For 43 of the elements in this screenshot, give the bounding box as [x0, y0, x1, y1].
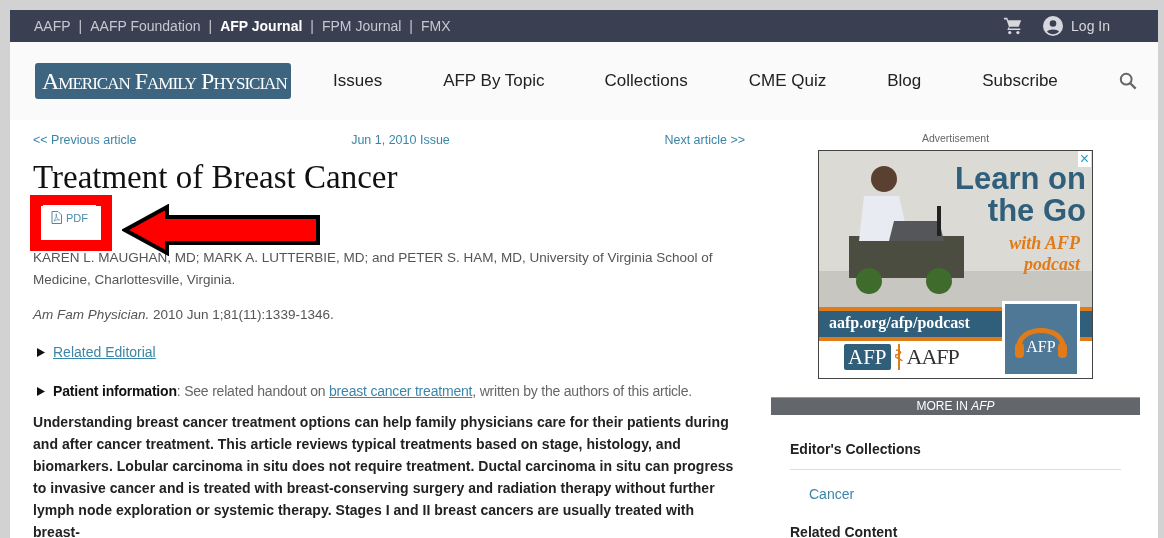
citation: Am Fam Physician. 2010 Jun 1;81(11):1339-1346.	[33, 307, 335, 322]
login-link[interactable]: Log In	[1043, 16, 1110, 36]
site-link[interactable]: AAFP	[34, 18, 71, 34]
section-header-bar: MORE IN AFP	[771, 397, 1140, 415]
collection-link[interactable]: Cancer	[809, 486, 1140, 502]
site-link[interactable]: FPM Journal	[321, 18, 402, 34]
ad-url: aafp.org/afp/podcast	[829, 314, 970, 331]
ad-tagline: with AFP podcast	[1008, 233, 1080, 275]
site-link[interactable]: FMX	[420, 18, 451, 34]
section-heading: Related Content	[790, 524, 899, 538]
related-editorial-link[interactable]: Related Editorial	[53, 344, 156, 360]
author-list: KAREN L. MAUGHAN, MD; MARK A. LUTTERBIE, MD; and PETER S. HAM, MD, University of Virginia School of Medicine, Charlottesville, Virginia.	[33, 247, 745, 291]
afp-logo: AFP	[844, 344, 891, 370]
nav-link[interactable]: Issues	[333, 71, 383, 91]
nav-link[interactable]: CME Quiz	[748, 71, 827, 91]
podcast-badge: AFP	[1002, 301, 1080, 377]
triangle-icon	[37, 347, 45, 357]
next-article-link[interactable]: Next article >>	[664, 133, 745, 147]
ad-banner[interactable]: × Learn on the Go with AFP podcast aafp.org/afp/podcast AFP AAFP AFP	[818, 150, 1093, 379]
separator: |	[409, 18, 413, 34]
issue-link[interactable]: Jun 1, 2010 Issue	[351, 133, 450, 147]
separator: |	[78, 18, 83, 34]
user-icon	[1043, 16, 1064, 36]
site-link[interactable]: AAFP Foundation	[90, 18, 201, 34]
cart-icon[interactable]	[1003, 17, 1024, 35]
patient-info-text: Patient information: See related handout on breast cancer treatment, written by the authors of this article.	[53, 383, 693, 399]
nav-link[interactable]: Collections	[604, 71, 688, 91]
separator: |	[208, 18, 213, 34]
site-logo[interactable]: American Family Physician	[35, 63, 291, 99]
triangle-icon	[37, 386, 45, 396]
separator: |	[310, 18, 314, 34]
advertisement-label: Advertisement	[920, 132, 991, 144]
aafp-logo: AAFP	[906, 344, 959, 370]
abstract-text: Understanding breast cancer treatment options can help family physicians care for their patients during and after cancer treatment. This article reviews typical treatments based on stage, histology, and biomarkers. Lobular carcinoma in situ does not require treatment. Ductal carcinoma in situ can progress to invasive cancer and is treated with breast-conserving surgery and radiation therapy without further lymph node exploration or systemic therapy. Stages I and II breast cancers are usually treated with breast-	[33, 413, 735, 538]
nav-link[interactable]: AFP By Topic	[443, 71, 545, 91]
search-icon[interactable]	[1118, 72, 1137, 90]
nav-link[interactable]: Subscribe	[982, 71, 1058, 91]
pdf-icon	[51, 211, 62, 224]
previous-article-link[interactable]: << Previous article	[33, 133, 137, 147]
article-title: Treatment of Breast Cancer	[33, 159, 399, 195]
section-heading: Editor's Collections	[790, 441, 1121, 470]
nav-link[interactable]: Blog	[887, 71, 922, 91]
site-link[interactable]: AFP Journal	[220, 18, 303, 34]
